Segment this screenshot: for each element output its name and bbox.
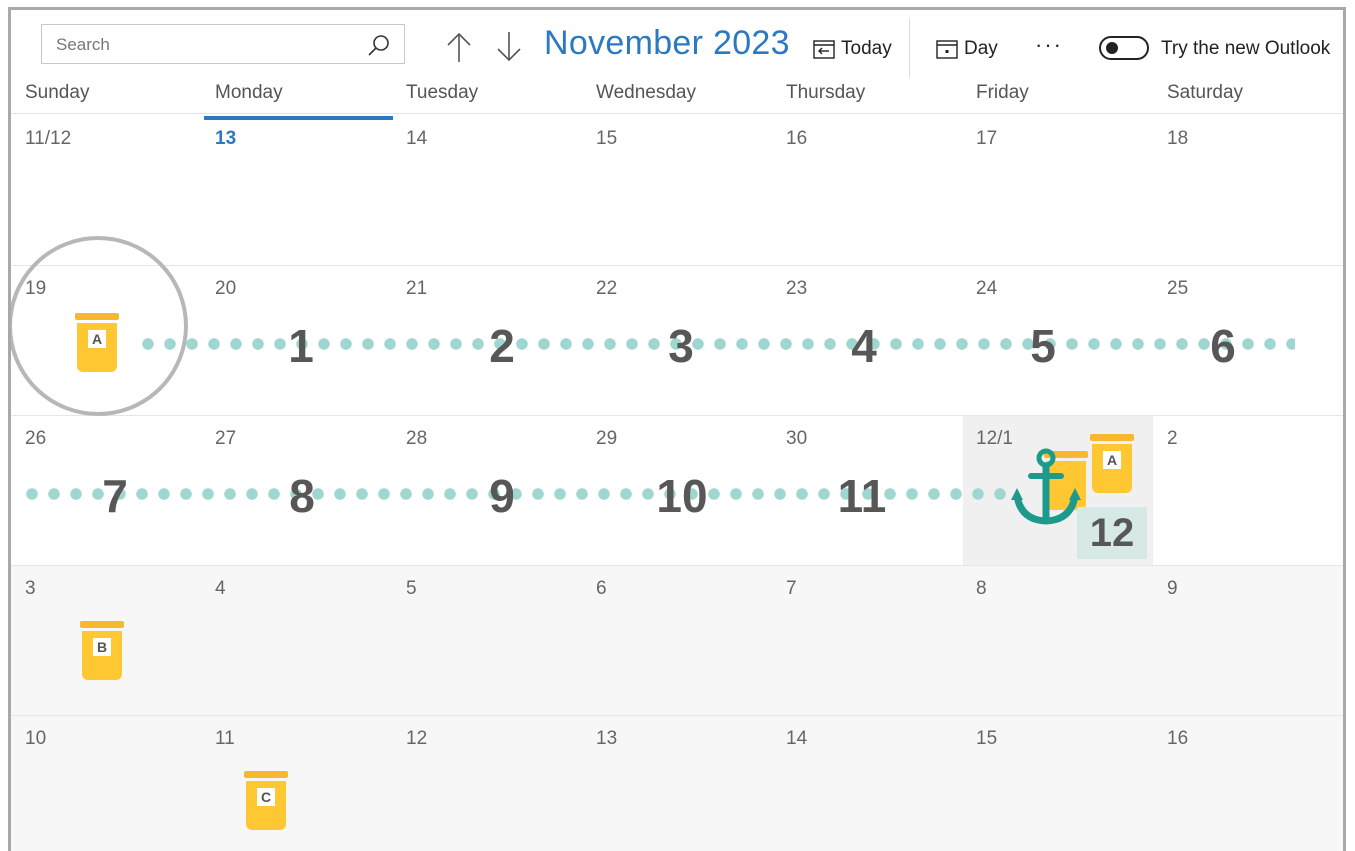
- medication-jar-icon: B: [80, 621, 124, 685]
- date-cell[interactable]: 28: [406, 428, 427, 450]
- date-cell[interactable]: 8: [976, 578, 987, 600]
- date-cell[interactable]: 22: [596, 278, 617, 300]
- day-count-number: 2: [489, 320, 515, 372]
- calendar-day-icon: [936, 40, 958, 59]
- next-month-week-background: [11, 565, 1343, 715]
- date-cell[interactable]: 3: [25, 578, 36, 600]
- date-cell[interactable]: 15: [596, 128, 617, 150]
- anchor-icon: [1011, 448, 1081, 525]
- date-cell[interactable]: 14: [406, 128, 427, 150]
- date-cell[interactable]: 9: [1167, 578, 1178, 600]
- jar-label: C: [255, 786, 277, 808]
- day-count-number: 9: [489, 470, 515, 522]
- day-header-wednesday: Wednesday: [596, 82, 696, 103]
- date-cell[interactable]: 11: [215, 728, 235, 750]
- medication-jar-icon: A: [1090, 434, 1134, 498]
- day-count-number: 4: [851, 320, 877, 372]
- day-count-number: 8: [289, 470, 315, 522]
- calendar-window: November 2023 Today Day ··· Try the new …: [8, 7, 1346, 851]
- date-cell[interactable]: 21: [406, 278, 427, 300]
- search-icon[interactable]: [366, 33, 392, 59]
- jar-label: A: [86, 328, 108, 350]
- week-divider: [11, 565, 1343, 566]
- date-cell[interactable]: 24: [976, 278, 997, 300]
- date-cell-today[interactable]: 13: [215, 128, 236, 150]
- new-outlook-label: Try the new Outlook: [1161, 38, 1331, 59]
- day-count-number: 5: [1030, 320, 1056, 372]
- search-box[interactable]: [41, 24, 405, 64]
- search-input[interactable]: [54, 34, 358, 56]
- jar-label: B: [91, 636, 113, 658]
- week-divider: [11, 265, 1343, 266]
- toggle-knob: [1106, 42, 1118, 54]
- day-header-friday: Friday: [976, 82, 1029, 103]
- date-cell[interactable]: 15: [976, 728, 997, 750]
- today-indicator: [204, 116, 393, 120]
- date-cell[interactable]: 18: [1167, 128, 1188, 150]
- date-cell[interactable]: 6: [596, 578, 607, 600]
- calendar-today-icon: [813, 40, 835, 59]
- date-cell[interactable]: 12/1: [976, 428, 1013, 450]
- new-outlook-toggle[interactable]: [1099, 36, 1149, 60]
- day-count-number: 3: [668, 320, 694, 372]
- date-cell[interactable]: 16: [786, 128, 807, 150]
- day-count-number: 10: [656, 470, 708, 522]
- day-count-number: 7: [102, 470, 128, 522]
- date-cell[interactable]: 23: [786, 278, 807, 300]
- date-cell[interactable]: 29: [596, 428, 617, 450]
- date-cell[interactable]: 11/12: [25, 128, 71, 150]
- date-cell[interactable]: 5: [406, 578, 417, 600]
- next-month-week-background: [11, 715, 1343, 851]
- day-header-thursday: Thursday: [786, 82, 866, 103]
- day-header-tuesday: Tuesday: [406, 82, 479, 103]
- previous-arrow-icon[interactable]: [444, 30, 474, 64]
- day-view-button[interactable]: Day: [936, 34, 998, 64]
- toolbar-divider: [909, 19, 910, 77]
- header-divider: [11, 113, 1343, 114]
- date-cell[interactable]: 27: [215, 428, 236, 450]
- date-cell[interactable]: 7: [786, 578, 797, 600]
- day-label: Day: [964, 38, 998, 59]
- today-button[interactable]: Today: [813, 34, 892, 64]
- date-cell[interactable]: 17: [976, 128, 997, 150]
- date-cell[interactable]: 12: [406, 728, 427, 750]
- week-divider: [11, 715, 1343, 716]
- date-cell[interactable]: 25: [1167, 278, 1188, 300]
- final-count-number: 12: [1089, 511, 1135, 555]
- medication-jar-icon: A: [75, 313, 119, 377]
- date-cell[interactable]: 14: [786, 728, 807, 750]
- date-cell[interactable]: 10: [25, 728, 46, 750]
- medication-jar-icon: C: [244, 771, 288, 835]
- next-arrow-icon[interactable]: [494, 30, 524, 64]
- day-header-monday: Monday: [215, 82, 283, 103]
- week-divider: [11, 415, 1343, 416]
- date-cell[interactable]: 30: [786, 428, 807, 450]
- date-cell[interactable]: 16: [1167, 728, 1188, 750]
- date-cell[interactable]: 26: [25, 428, 46, 450]
- date-cell[interactable]: 20: [215, 278, 236, 300]
- day-header-sunday: Sunday: [25, 82, 90, 103]
- more-options-button[interactable]: ···: [1035, 32, 1063, 58]
- month-title[interactable]: November 2023: [544, 24, 790, 63]
- date-cell[interactable]: 13: [596, 728, 617, 750]
- today-label: Today: [841, 38, 892, 59]
- day-header-saturday: Saturday: [1167, 82, 1244, 103]
- day-count-number: 6: [1210, 320, 1236, 372]
- jar-label: A: [1101, 449, 1123, 471]
- date-cell[interactable]: 2: [1167, 428, 1178, 450]
- date-cell[interactable]: 4: [215, 578, 226, 600]
- day-count-number: 1: [288, 320, 314, 372]
- day-count-number: 11: [837, 470, 887, 522]
